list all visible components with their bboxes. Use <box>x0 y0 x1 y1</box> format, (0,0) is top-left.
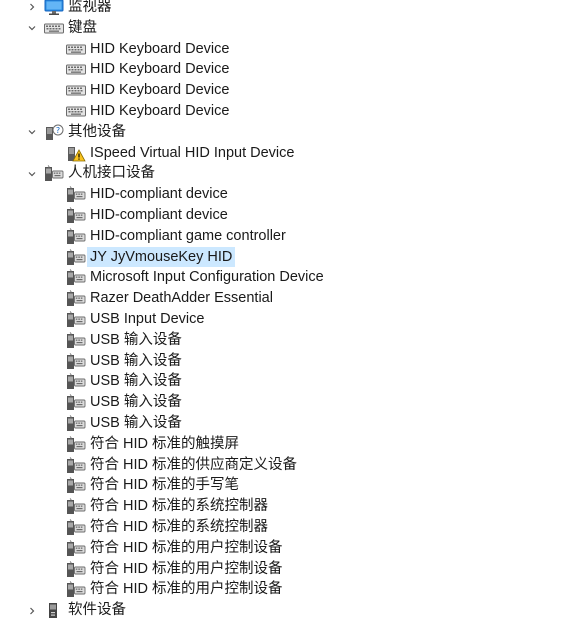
tree-item-label: 键盘 <box>68 19 97 36</box>
tree-item[interactable]: USB Input Device <box>0 309 580 330</box>
hid-icon <box>66 373 86 390</box>
tree-item[interactable]: 符合 HID 标准的用户控制设备 <box>0 559 580 580</box>
hid-icon <box>66 539 86 557</box>
chevron-down-icon[interactable] <box>25 18 39 39</box>
tree-category[interactable]: 监视器 <box>0 0 580 18</box>
tree-item[interactable]: USB 输入设备 <box>0 413 580 434</box>
tree-item[interactable]: 符合 HID 标准的系统控制器 <box>0 496 580 517</box>
tree-item-label: USB 输入设备 <box>90 331 182 348</box>
tree-item[interactable]: HID Keyboard Device <box>0 101 580 122</box>
hid-icon <box>66 311 86 328</box>
tree-item[interactable]: HID-compliant device <box>0 205 580 226</box>
tree-item-label: 符合 HID 标准的用户控制设备 <box>90 581 283 598</box>
tree-item-label: 符合 HID 标准的供应商定义设备 <box>90 456 298 473</box>
tree-item-label: JY JyVmouseKey HID <box>87 246 236 268</box>
tree-item-label: Microsoft Input Configuration Device <box>90 269 324 286</box>
tree-item-label: HID Keyboard Device <box>90 102 230 119</box>
tree-item-label: 符合 HID 标准的系统控制器 <box>90 518 269 535</box>
keyboard-icon <box>66 82 86 99</box>
tree-item[interactable]: Microsoft Input Configuration Device <box>0 267 580 288</box>
software-device-icon <box>44 602 64 619</box>
hid-icon <box>66 331 86 349</box>
tree-item-label: USB 输入设备 <box>90 373 182 390</box>
tree-item-label: ISpeed Virtual HID Input Device <box>90 144 295 161</box>
tree-item[interactable]: HID Keyboard Device <box>0 59 580 80</box>
tree-item-label: USB 输入设备 <box>90 352 182 369</box>
hid-icon <box>66 477 86 494</box>
tree-item[interactable]: ISpeed Virtual HID Input Device <box>0 143 580 164</box>
tree-item[interactable]: 符合 HID 标准的手写笔 <box>0 475 580 496</box>
tree-item[interactable]: 符合 HID 标准的系统控制器 <box>0 517 580 538</box>
tree-item-label: HID-compliant device <box>90 186 228 203</box>
tree-item[interactable]: HID Keyboard Device <box>0 39 580 60</box>
svg-text:?: ? <box>56 126 60 135</box>
chevron-right-icon[interactable] <box>25 0 39 18</box>
tree-item-label: 其他设备 <box>68 123 126 140</box>
chevron-down-icon[interactable] <box>25 122 39 143</box>
tree-category[interactable]: ? 其他设备 <box>0 122 580 143</box>
warning-device-icon <box>66 145 86 162</box>
hid-icon <box>66 415 86 432</box>
hid-icon <box>66 352 86 370</box>
hid-icon <box>66 519 86 536</box>
chevron-right-icon[interactable] <box>25 600 39 621</box>
tree-item-label: HID-compliant game controller <box>90 227 286 244</box>
tree-item[interactable]: USB 输入设备 <box>0 330 580 351</box>
tree-item[interactable]: USB 输入设备 <box>0 392 580 413</box>
tree-category[interactable]: 人机接口设备 <box>0 163 580 184</box>
keyboard-icon <box>66 41 86 58</box>
tree-category[interactable]: 键盘 <box>0 18 580 39</box>
hid-icon <box>66 248 86 266</box>
tree-item-label: 人机接口设备 <box>68 165 155 182</box>
tree-category[interactable]: 软件设备 <box>0 600 580 621</box>
tree-item-label: USB 输入设备 <box>90 394 182 411</box>
hid-icon <box>66 394 86 411</box>
hid-icon <box>66 560 86 578</box>
hid-icon <box>44 165 64 182</box>
hid-icon <box>66 207 86 224</box>
tree-item-label: HID-compliant device <box>90 206 228 223</box>
tree-item[interactable]: 符合 HID 标准的触摸屏 <box>0 434 580 455</box>
tree-item-label: USB 输入设备 <box>90 414 182 431</box>
hid-icon <box>66 435 86 453</box>
monitor-icon <box>44 0 64 16</box>
keyboard-icon <box>66 61 86 78</box>
hid-icon <box>66 269 86 286</box>
tree-item[interactable]: JY JyVmouseKey HID <box>0 246 580 268</box>
device-tree: 监视器键盘 HID Keyboard Device HID Keyboard Dev… <box>0 0 580 621</box>
tree-item-label: Razer DeathAdder Essential <box>90 290 273 307</box>
hid-icon <box>66 290 86 307</box>
tree-item-label: HID Keyboard Device <box>90 61 230 78</box>
tree-item[interactable]: USB 输入设备 <box>0 351 580 372</box>
tree-item-label: HID Keyboard Device <box>90 40 230 57</box>
tree-item[interactable]: Razer DeathAdder Essential <box>0 288 580 309</box>
hid-icon <box>66 227 86 245</box>
tree-item-label: 符合 HID 标准的系统控制器 <box>90 498 269 515</box>
tree-item-label: HID Keyboard Device <box>90 82 230 99</box>
chevron-down-icon[interactable] <box>25 163 39 184</box>
tree-item[interactable]: HID Keyboard Device <box>0 80 580 101</box>
tree-item-label: 符合 HID 标准的手写笔 <box>90 477 240 494</box>
hid-icon <box>66 498 86 515</box>
tree-item-label: 软件设备 <box>68 602 126 619</box>
tree-item-label: 符合 HID 标准的触摸屏 <box>90 435 240 452</box>
tree-item-label: 监视器 <box>68 0 112 15</box>
tree-item[interactable]: HID-compliant device <box>0 184 580 205</box>
tree-item[interactable]: HID-compliant game controller <box>0 226 580 247</box>
hid-icon <box>66 581 86 598</box>
tree-item[interactable]: 符合 HID 标准的用户控制设备 <box>0 579 580 600</box>
tree-item-label: 符合 HID 标准的用户控制设备 <box>90 560 283 577</box>
hid-icon <box>66 456 86 474</box>
keyboard-icon <box>66 103 86 120</box>
keyboard-icon <box>44 20 64 37</box>
tree-item[interactable]: 符合 HID 标准的用户控制设备 <box>0 538 580 559</box>
tree-item-label: 符合 HID 标准的用户控制设备 <box>90 539 283 556</box>
hid-icon <box>66 186 86 203</box>
other-device-icon: ? <box>44 124 64 141</box>
tree-item-label: USB Input Device <box>90 310 205 327</box>
tree-item[interactable]: USB 输入设备 <box>0 371 580 392</box>
tree-item[interactable]: 符合 HID 标准的供应商定义设备 <box>0 455 580 476</box>
